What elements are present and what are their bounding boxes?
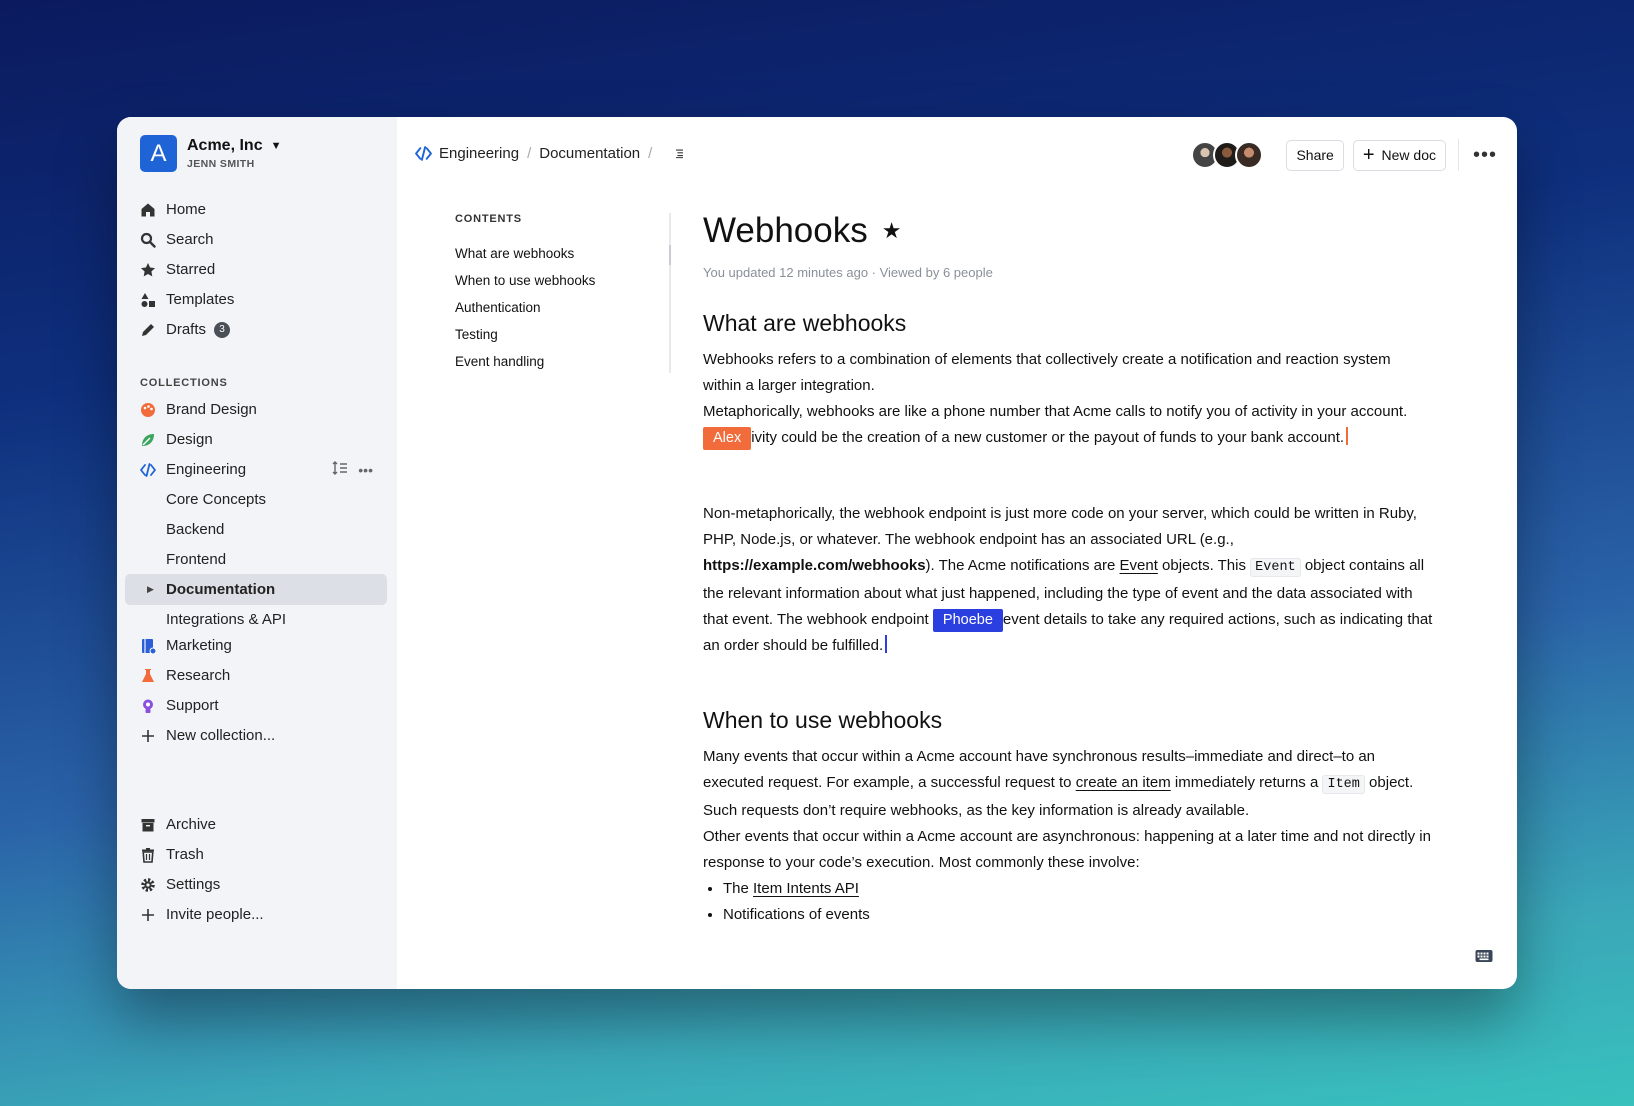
paragraph: Metaphorically, webhooks are like a phon…	[703, 399, 1433, 451]
breadcrumb-doc[interactable]: Documentation	[539, 145, 640, 162]
code-icon	[415, 145, 432, 161]
palette-icon	[140, 402, 156, 418]
doc-frontend[interactable]: Frontend	[125, 544, 387, 575]
nav-trash[interactable]: Trash	[125, 839, 387, 870]
nav-archive[interactable]: Archive	[125, 809, 387, 840]
nav-home[interactable]: Home	[125, 194, 387, 225]
search-icon	[140, 232, 156, 248]
bullet-list: The Item Intents API Notifications of ev…	[703, 876, 1433, 928]
invite-people-button[interactable]: Invite people...	[125, 899, 387, 930]
collections-label: COLLECTIONS	[140, 377, 228, 389]
nav-settings[interactable]: Settings	[125, 869, 387, 900]
paragraph: Other events that occur within a Acme ac…	[703, 828, 1431, 871]
book-icon	[140, 638, 156, 654]
event-link[interactable]: Event	[1120, 557, 1158, 574]
collection-support[interactable]: Support	[125, 690, 387, 721]
doc-backend[interactable]: Backend	[125, 514, 387, 545]
new-doc-button[interactable]: + New doc	[1352, 139, 1446, 171]
toc-item[interactable]: Event handling	[455, 348, 665, 375]
caret-down-icon: ▼	[270, 140, 282, 152]
phoebe-caret	[885, 635, 888, 653]
code-icon	[140, 462, 156, 478]
archive-icon	[140, 817, 156, 833]
toc-item[interactable]: Testing	[455, 321, 665, 348]
collection-research[interactable]: Research	[125, 660, 387, 691]
main-area: Engineering / Documentation / Share + Ne…	[397, 117, 1517, 989]
plus-icon: +	[1362, 144, 1375, 166]
gear-icon	[140, 877, 156, 893]
user-name: JENN SMITH	[187, 158, 255, 170]
heading-what-are-webhooks: What are webhooks	[703, 310, 907, 336]
more-options-icon[interactable]: •••	[1473, 144, 1497, 167]
star-icon[interactable]: ★	[882, 218, 902, 244]
share-button[interactable]: Share	[1286, 139, 1344, 171]
create-item-link[interactable]: create an item	[1076, 774, 1171, 791]
paragraph: Webhooks refers to a combination of elem…	[703, 351, 1391, 394]
inline-code: Event	[1250, 558, 1301, 577]
collection-marketing[interactable]: Marketing	[125, 630, 387, 661]
table-of-contents-icon[interactable]	[674, 144, 692, 162]
disclosure-triangle-icon[interactable]: ▶	[147, 584, 154, 595]
doc-documentation[interactable]: ▶ Documentation	[125, 574, 387, 605]
alex-caret	[1346, 427, 1349, 445]
drafts-count-badge: 3	[214, 321, 231, 338]
inline-code: Item	[1322, 775, 1365, 794]
table-of-contents: CONTENTS What are webhooks When to use w…	[455, 213, 665, 375]
flask-icon	[140, 668, 156, 684]
team-switcher[interactable]: A Acme, Inc ▼ JENN SMITH	[140, 135, 281, 172]
shapes-icon	[140, 292, 156, 308]
nav-templates[interactable]: Templates	[125, 284, 387, 315]
nav-drafts[interactable]: Drafts 3	[125, 314, 387, 345]
team-name: Acme, Inc	[187, 137, 263, 154]
collection-design[interactable]: Design	[125, 424, 387, 455]
team-logo: A	[140, 135, 177, 172]
home-icon	[140, 202, 156, 218]
heading-when-to-use-webhooks: When to use webhooks	[703, 707, 943, 733]
list-item: Notifications of events	[723, 902, 1433, 928]
doc-title[interactable]: Webhooks	[703, 211, 868, 251]
toc-item[interactable]: What are webhooks	[455, 240, 665, 267]
paragraph: Non-metaphorically, the webhook endpoint…	[703, 505, 1433, 654]
collaborator-cursor-phoebe: Phoebe	[932, 609, 1003, 632]
nav-starred[interactable]: Starred	[125, 254, 387, 285]
header-actions: Share + New doc •••	[1191, 139, 1497, 171]
avatar[interactable]	[1235, 141, 1264, 169]
collaborator-avatars[interactable]	[1191, 141, 1264, 169]
contents-label: CONTENTS	[455, 213, 522, 225]
collection-engineering[interactable]: Engineering •••	[125, 454, 387, 485]
doc-meta: You updated 12 minutes ago · Viewed by 6…	[703, 265, 993, 280]
sidebar: A Acme, Inc ▼ JENN SMITH Home Search Sta…	[117, 117, 397, 989]
plus-icon	[140, 907, 156, 923]
collection-brand-design[interactable]: Brand Design	[125, 394, 387, 425]
toc-item[interactable]: Authentication	[455, 294, 665, 321]
paragraph: Many events that occur within a Acme acc…	[703, 748, 1414, 819]
list-item: The Item Intents API	[723, 876, 1433, 902]
contents-divider	[669, 213, 671, 373]
star-icon	[140, 262, 156, 278]
breadcrumb-collection[interactable]: Engineering	[439, 145, 519, 162]
document[interactable]: Webhooks ★ You updated 12 minutes ago · …	[703, 211, 1433, 928]
toc-item[interactable]: When to use webhooks	[455, 267, 665, 294]
more-icon[interactable]: •••	[358, 462, 373, 478]
breadcrumb: Engineering / Documentation /	[415, 144, 692, 162]
leaf-icon	[140, 432, 156, 448]
nav-search[interactable]: Search	[125, 224, 387, 255]
plus-icon	[140, 728, 156, 744]
collaborator-cursor-alex: Alex	[703, 427, 752, 450]
keyboard-icon[interactable]	[1475, 949, 1493, 963]
doc-core-concepts[interactable]: Core Concepts	[125, 484, 387, 515]
sort-icon[interactable]	[332, 460, 348, 479]
pencil-icon	[140, 322, 156, 338]
lightbulb-icon	[140, 698, 156, 714]
new-collection-button[interactable]: New collection...	[125, 720, 387, 751]
app-window: A Acme, Inc ▼ JENN SMITH Home Search Sta…	[117, 117, 1517, 989]
trash-icon	[140, 847, 156, 863]
item-intents-api-link[interactable]: Item Intents API	[753, 880, 859, 897]
